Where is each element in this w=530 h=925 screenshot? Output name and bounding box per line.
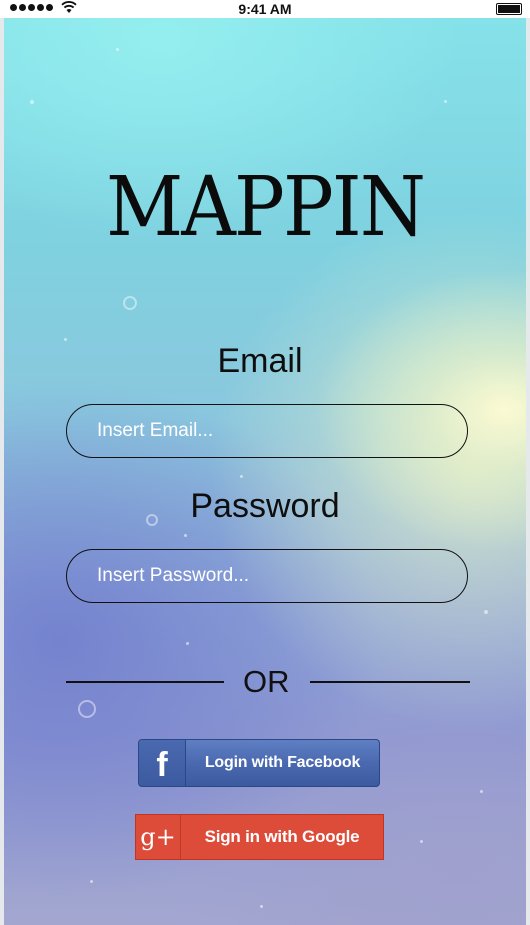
app-logo: MAPPIN: [105, 160, 426, 255]
background-sparkle: [116, 48, 119, 51]
background-sparkle: [420, 840, 423, 843]
background-sparkle: [240, 475, 243, 478]
facebook-login-button[interactable]: f Login with Facebook: [138, 739, 380, 787]
background-bubble: [123, 296, 137, 310]
background-sparkle: [64, 338, 67, 341]
email-input[interactable]: [66, 404, 468, 458]
login-screen: 9:41 AM MAPPIN Email Password OR f Login…: [0, 0, 530, 925]
background-sparkle: [444, 100, 447, 103]
or-separator: OR: [243, 664, 290, 699]
password-input[interactable]: [66, 549, 468, 603]
google-login-button[interactable]: g+ Sign in with Google: [135, 814, 384, 860]
background-bubble: [78, 700, 96, 718]
device-frame-left: [0, 18, 4, 925]
google-login-label: Sign in with Google: [204, 827, 360, 846]
background-sparkle: [480, 790, 483, 793]
separator-line-left: [66, 681, 224, 683]
password-label: Password: [190, 487, 340, 525]
background-sparkle: [186, 642, 189, 645]
facebook-icon: f: [139, 740, 186, 786]
email-label: Email: [217, 342, 303, 380]
separator-line-right: [310, 681, 470, 683]
background-sparkle: [484, 610, 488, 614]
background-sparkle: [90, 880, 93, 883]
device-frame-right: [526, 18, 530, 925]
status-time: 9:41 AM: [238, 1, 292, 17]
background-sparkle: [30, 100, 34, 104]
battery-icon: [496, 3, 522, 15]
status-bar: 9:41 AM: [0, 0, 530, 18]
background-sparkle: [260, 905, 263, 908]
google-plus-icon: g+: [136, 815, 181, 859]
facebook-login-label: Login with Facebook: [204, 754, 361, 771]
background-sparkle: [184, 534, 187, 537]
